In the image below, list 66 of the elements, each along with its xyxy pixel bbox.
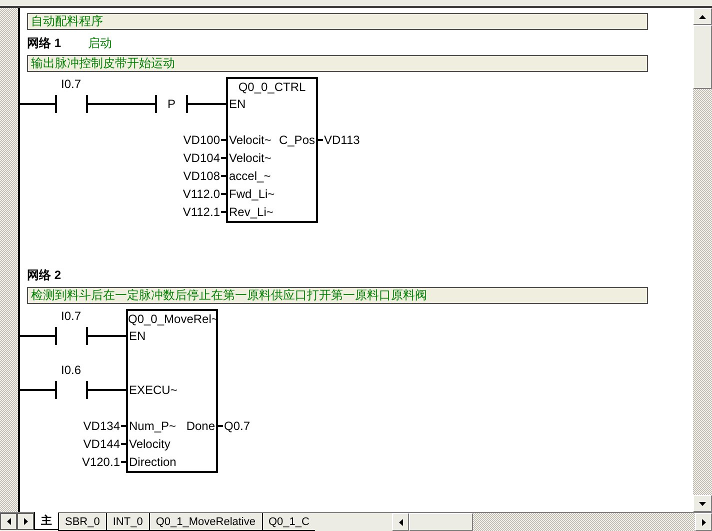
output-pin-label: Done — [186, 419, 215, 433]
operand-label: V120.1 — [80, 455, 120, 469]
edge-contact[interactable]: P — [155, 95, 188, 113]
network-comment[interactable]: 检测到料斗后在一定脉冲数后停止在第一原料供应口打开第一原料口原料阀 — [27, 287, 648, 304]
function-block[interactable]: Q0_0_CTRL EN Velocit~ Velocit~ accel_~ Fwd_Li~ Rev_Li~ C_Pos — [226, 77, 318, 223]
sheet-tab[interactable]: 主 — [34, 512, 58, 530]
program-comment[interactable]: 自动配料程序 — [27, 13, 648, 30]
input-pin-label: EXECU~ — [129, 383, 178, 397]
network-title: 启动 — [88, 37, 112, 50]
input-pin-label: Velocity — [129, 437, 170, 451]
sheet-tab[interactable]: Q0_1_C — [262, 513, 316, 531]
operand-label: VD134 — [82, 419, 120, 433]
sheet-tab[interactable]: Q0_1_MoveRelative — [148, 513, 262, 531]
network-label: 网络 2 — [27, 269, 62, 282]
operand-label: VD144 — [82, 437, 120, 451]
function-block[interactable]: Q0_0_MoveRel~ EN EXECU~ Num_P~ Velocity Direction Done — [126, 309, 218, 473]
scroll-right-button[interactable] — [695, 513, 712, 531]
tab-scroll-left-button[interactable] — [0, 513, 17, 530]
scroll-left-button[interactable] — [392, 513, 409, 531]
down-arrow-icon — [699, 502, 706, 506]
pin-wire — [221, 139, 226, 141]
left-arrow-icon — [398, 518, 402, 526]
input-pin-label: Velocit~ — [229, 133, 272, 147]
scroll-thumb[interactable] — [409, 513, 473, 531]
pin-wire — [221, 193, 226, 195]
scroll-down-button[interactable] — [693, 495, 712, 512]
input-pin-label: Rev_Li~ — [229, 205, 274, 219]
network-comment[interactable]: 输出脉冲控制皮带开始运动 — [27, 55, 648, 72]
pin-wire — [121, 443, 126, 445]
contact-label: I0.7 — [60, 309, 82, 323]
pin-wire — [221, 175, 226, 177]
scroll-thumb[interactable] — [693, 25, 712, 89]
pin-wire — [121, 425, 126, 427]
sheet-tab[interactable]: SBR_0 — [58, 513, 106, 531]
operand-label: VD108 — [182, 169, 220, 183]
right-arrow-icon — [24, 518, 28, 525]
input-pin-label: accel_~ — [229, 169, 271, 183]
operand-label: V112.1 — [182, 205, 220, 219]
input-pin-label: EN — [229, 97, 246, 111]
pin-wire — [221, 211, 226, 213]
input-pin-label: Direction — [129, 455, 176, 469]
operand-label: VD113 — [324, 133, 360, 147]
output-pin-label: C_Pos — [278, 133, 315, 147]
contact-label: I0.6 — [60, 363, 82, 377]
pin-wire — [121, 461, 126, 463]
input-pin-label: EN — [129, 329, 146, 343]
block-title: Q0_0_CTRL — [237, 80, 307, 94]
operand-label: VD104 — [182, 151, 220, 165]
input-pin-label: Fwd_Li~ — [229, 187, 275, 201]
operand-label: V112.0 — [182, 187, 220, 201]
pin-wire — [318, 139, 323, 141]
pin-wire — [221, 157, 226, 159]
pin-wire — [218, 425, 223, 427]
input-pin-label: Num_P~ — [129, 419, 176, 433]
scroll-up-button[interactable] — [693, 8, 712, 25]
network-label: 网络 1 — [27, 37, 62, 50]
contact-label: I0.7 — [60, 77, 82, 91]
tab-scroll-right-button[interactable] — [17, 513, 34, 530]
operand-label: Q0.7 — [224, 419, 250, 433]
left-arrow-icon — [6, 518, 10, 525]
up-arrow-icon — [699, 14, 706, 18]
input-pin-label: Velocit~ — [229, 151, 272, 165]
operand-label: VD100 — [182, 133, 220, 147]
sheet-tab[interactable]: INT_0 — [106, 513, 149, 531]
block-title: Q0_0_MoveRel~ — [128, 312, 216, 326]
right-arrow-icon — [702, 518, 706, 526]
